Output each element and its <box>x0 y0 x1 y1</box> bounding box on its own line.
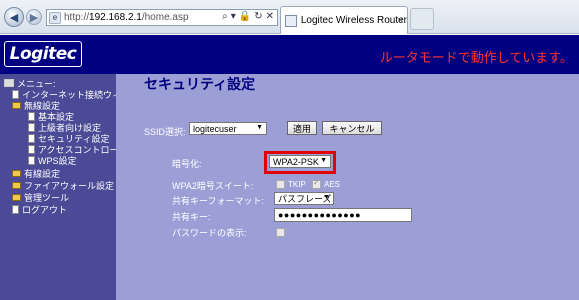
browser-chrome: ◀ ▶ e http://192.168.2.1/home.asp ⌕ ▾ 🔒 … <box>0 0 579 34</box>
menu-icon <box>4 79 14 87</box>
shared-key-label: 共有キー: <box>172 212 211 222</box>
chevron-down-icon: ▼ <box>256 124 263 131</box>
address-url: http://192.168.2.1/home.asp <box>64 12 189 23</box>
chevron-down-icon: ▼ <box>320 157 327 164</box>
sidebar-item-logout[interactable]: ログアウト <box>12 204 67 215</box>
aes-label: AES <box>324 180 341 189</box>
chevron-down-icon: ▼ <box>323 194 330 201</box>
logo: Logitec <box>4 41 82 67</box>
document-icon <box>12 204 19 214</box>
shared-key-input[interactable]: ●●●●●●●●●●●●●● <box>274 208 412 222</box>
folder-open-icon <box>12 101 21 109</box>
encryption-select[interactable]: WPA2-PSK ▼ <box>269 155 331 168</box>
stop-icon[interactable]: ✕ <box>266 11 274 22</box>
router-header: Logitec ルータモードで動作しています。 <box>0 35 579 74</box>
sidebar-item-access-control[interactable]: アクセスコントロール <box>28 144 128 155</box>
forward-button[interactable]: ▶ <box>26 9 42 25</box>
folder-icon <box>12 181 21 189</box>
sidebar-item-firewall[interactable]: ファイアウォール設定 <box>12 180 114 191</box>
forward-arrow-icon: ▶ <box>29 11 39 24</box>
page-title: セキュリティ設定 <box>144 76 256 92</box>
sidebar-item-admin-tools[interactable]: 管理ツール <box>12 192 69 203</box>
dropdown-icon[interactable]: ▾ <box>231 11 236 22</box>
folder-icon <box>12 193 21 201</box>
address-tools: ⌕ ▾ 🔒 ↻ ✕ <box>222 11 274 22</box>
tab-title: Logitec Wireless Router <box>300 15 407 26</box>
favicon-icon <box>285 14 297 27</box>
tab-router[interactable]: Logitec Wireless Router × <box>280 6 408 34</box>
document-icon <box>28 144 35 154</box>
logo-text: Logitec <box>9 44 77 64</box>
sidebar-menu: メニュー: インターネット接続ウィザード 無線設定 基本設定 上級者向け設定 セ… <box>0 74 148 300</box>
sidebar-item-wired[interactable]: 有線設定 <box>12 168 60 179</box>
tkip-checkbox[interactable] <box>276 180 285 189</box>
tkip-label: TKIP <box>288 180 306 189</box>
new-tab-button[interactable] <box>410 8 434 30</box>
main-content: セキュリティ設定 SSID選択: logitecuser ▼ 適用 キャンセル … <box>116 74 579 300</box>
wpa2-suite-label: WPA2暗号スイート: <box>172 181 254 191</box>
document-icon <box>28 155 35 165</box>
document-icon <box>28 111 35 121</box>
folder-icon <box>12 169 21 177</box>
mode-message: ルータモードで動作しています。 <box>379 50 573 65</box>
show-password-checkbox[interactable] <box>276 228 285 237</box>
document-icon <box>28 133 35 143</box>
key-format-label: 共有キーフォーマット: <box>172 196 264 206</box>
ssid-select[interactable]: logitecuser ▼ <box>189 122 267 135</box>
sidebar-item-advanced[interactable]: 上級者向け設定 <box>28 122 101 133</box>
search-icon[interactable]: ⌕ <box>222 11 228 22</box>
close-tab-icon[interactable]: × <box>398 15 403 25</box>
page-icon: e <box>49 11 61 24</box>
page-icon <box>12 89 19 99</box>
sidebar-item-wireless[interactable]: 無線設定 <box>12 100 60 111</box>
show-password-label: パスワードの表示: <box>172 228 247 238</box>
encryption-label: 暗号化: <box>172 159 202 169</box>
back-button[interactable]: ◀ <box>4 7 24 27</box>
document-icon <box>28 122 35 132</box>
ssid-label: SSID選択: <box>144 127 186 137</box>
back-arrow-icon: ◀ <box>9 11 19 24</box>
sidebar-item-security[interactable]: セキュリティ設定 <box>28 133 109 144</box>
apply-button[interactable]: 適用 <box>287 121 317 135</box>
menu-title: メニュー: <box>4 78 56 89</box>
address-bar[interactable]: e http://192.168.2.1/home.asp ⌕ ▾ 🔒 ↻ ✕ <box>46 9 278 26</box>
security-icon[interactable]: 🔒 <box>239 11 251 22</box>
refresh-icon[interactable]: ↻ <box>254 11 262 22</box>
aes-checkbox[interactable] <box>312 178 321 189</box>
sidebar-item-wps[interactable]: WPS設定 <box>28 155 77 166</box>
cancel-button[interactable]: キャンセル <box>322 121 382 135</box>
key-format-select[interactable]: パスフレーズ ▼ <box>274 192 334 205</box>
sidebar-item-basic[interactable]: 基本設定 <box>28 111 74 122</box>
